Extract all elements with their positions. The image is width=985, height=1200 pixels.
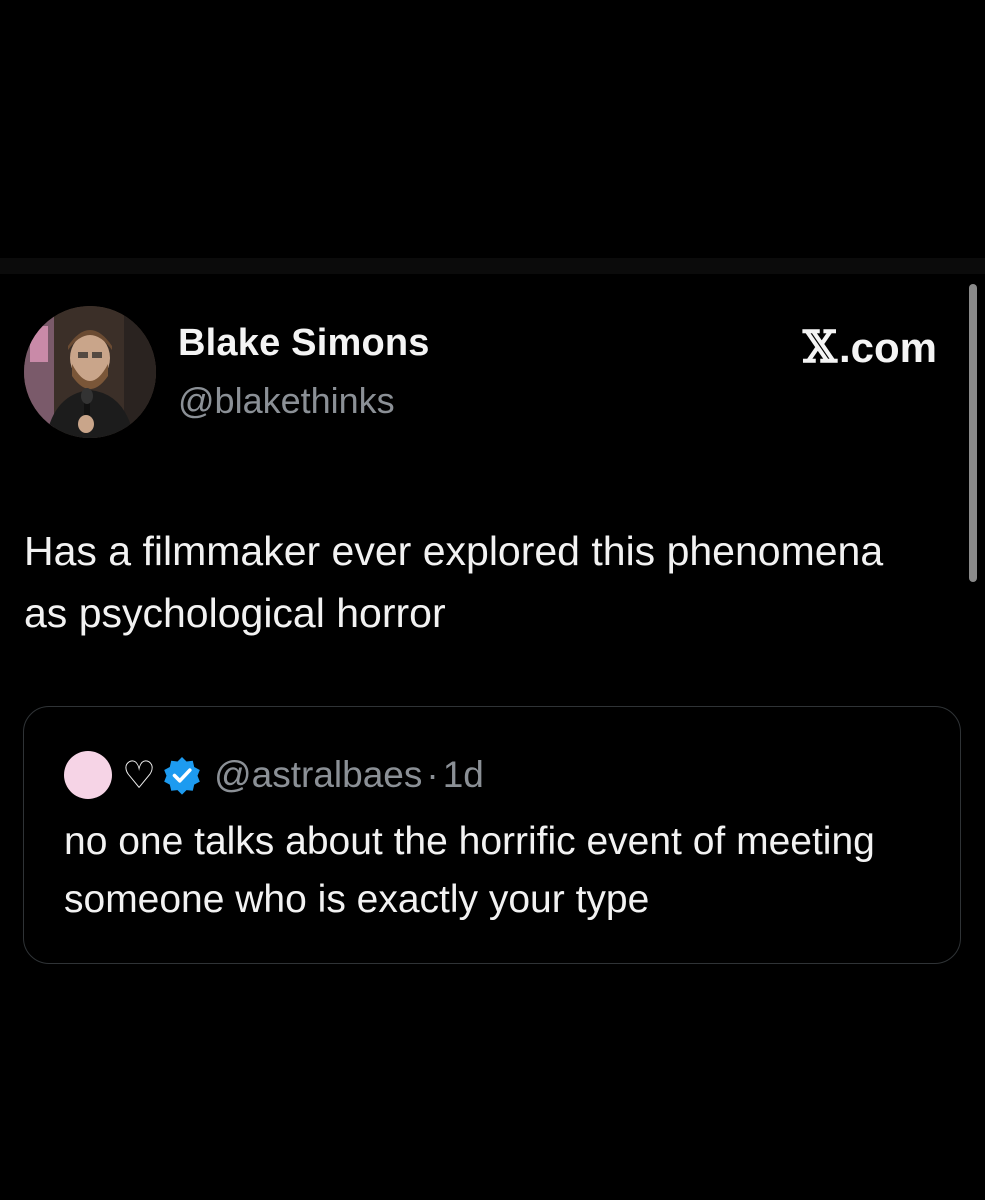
top-blank-area [0,0,985,258]
tweet-text: Has a filmmaker ever explored this pheno… [24,528,884,636]
avatar[interactable] [24,306,156,438]
brand-domain: .com [838,323,937,371]
x-com-logo: 𝕏 .com [803,322,937,373]
quoted-tweet-card[interactable]: ♡ @astralbaes · 1d no one talks about th… [23,706,961,964]
quoted-tweet-text: no one talks about the horrific event of… [64,820,875,921]
heart-outline-icon: ♡ [122,753,157,797]
scrollbar-thumb[interactable] [969,284,977,582]
pink-circle-icon [64,751,112,799]
quoted-tweet-header: ♡ @astralbaes · 1d [64,747,484,803]
author-handle[interactable]: @blakethinks [178,380,395,422]
verified-badge-icon [164,757,200,795]
quoted-timestamp[interactable]: 1d [443,754,484,796]
dot-separator: · [426,754,439,795]
section-divider [0,258,985,274]
x-logo-icon: 𝕏 [802,322,837,373]
author-display-name[interactable]: Blake Simons [178,322,430,365]
quoted-author-handle[interactable]: @astralbaes [214,754,422,796]
